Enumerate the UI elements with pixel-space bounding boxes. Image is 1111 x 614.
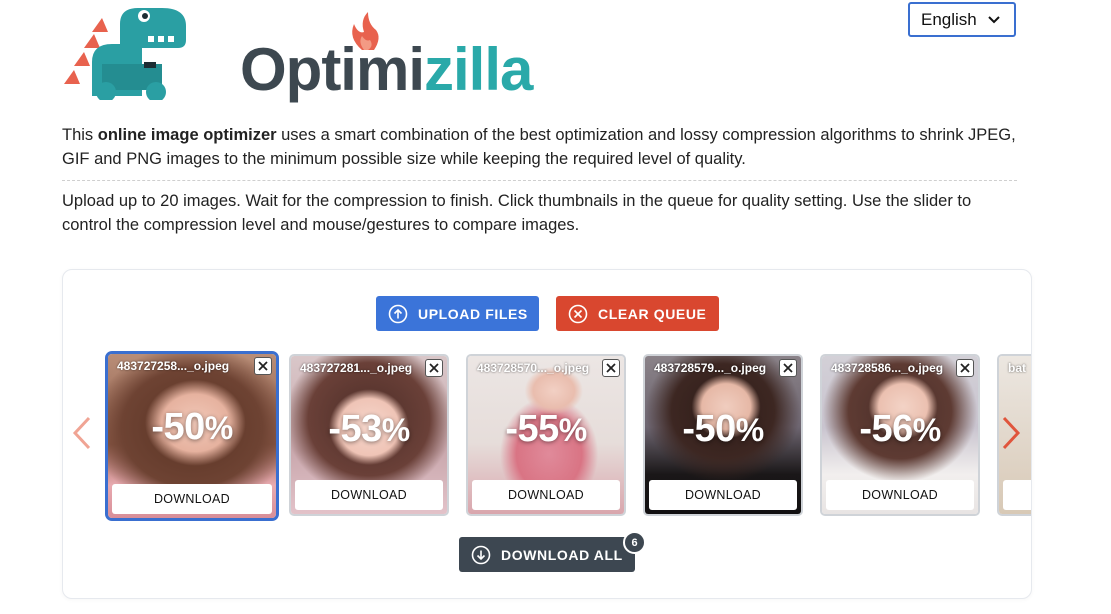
close-icon[interactable] [602,359,620,377]
upload-arrow-icon [388,304,408,323]
clear-queue-label: CLEAR QUEUE [598,305,707,322]
percent-sign: % [381,412,410,448]
file-count-badge: 6 [623,531,646,554]
instructions-paragraph: Upload up to 20 images. Wait for the com… [62,192,972,234]
language-select-value: English [921,9,977,29]
thumbnail-filename: 483728570..._o.jpeg [477,361,590,375]
chevron-down-icon [988,16,1000,24]
compression-value: -50 [151,406,205,448]
download-button[interactable]: DOWNLOAD [295,480,443,510]
chevron-right-icon[interactable] [998,415,1024,451]
compression-percentage: -50% [645,408,801,451]
thumbnail-filename: 483727281..._o.jpeg [300,361,413,375]
thumbnail-filename: bat [1008,361,1026,375]
clear-queue-button[interactable]: CLEAR QUEUE [556,296,719,331]
download-all-label: DOWNLOAD ALL [501,546,623,563]
compression-value: -53 [328,408,382,450]
queue-thumbnail[interactable]: 483728579..._o.jpeg -50% DOWNLOAD [643,354,803,516]
compression-percentage: -56% [822,408,978,451]
download-button[interactable]: DOWNLOAD [472,480,620,510]
percent-sign: % [204,410,233,446]
language-select[interactable]: English [908,2,1016,37]
download-button[interactable] [1003,480,1031,510]
queue-thumbnail[interactable]: 483727281..._o.jpeg -53% DOWNLOAD [289,354,449,516]
compression-percentage: -55% [468,408,624,451]
image-queue-carousel: 483727258..._o.jpeg -50% DOWNLOAD 483727… [105,349,1031,525]
chevron-left-icon[interactable] [69,415,95,451]
intro-paragraph: This online image optimizer uses a smart… [62,123,1022,171]
queue-thumbnail[interactable]: 483727258..._o.jpeg -50% DOWNLOAD [105,351,279,521]
thumbnail-filename: 483728579..._o.jpeg [654,361,767,375]
download-button[interactable]: DOWNLOAD [826,480,974,510]
percent-sign: % [912,412,941,448]
compression-value: -55 [505,408,559,450]
compression-percentage: -53% [291,408,447,451]
intro-text-bold: online image optimizer [97,126,277,144]
compression-percentage: -50% [108,406,276,449]
percent-sign: % [735,412,764,448]
thumbnail-filename: 483727258..._o.jpeg [117,359,230,373]
upload-files-label: UPLOAD FILES [418,305,528,322]
upload-files-button[interactable]: UPLOAD FILES [376,296,539,331]
queue-thumbnail[interactable]: 483728586..._o.jpeg -56% DOWNLOAD [820,354,980,516]
optimizilla-logo[interactable]: Optimizilla [62,4,533,102]
queue-thumbnail[interactable]: 483728570..._o.jpeg -55% DOWNLOAD [466,354,626,516]
download-all-button[interactable]: DOWNLOAD ALL [459,537,635,572]
close-icon[interactable] [425,359,443,377]
intro-text-start: This [62,126,98,144]
thumbnail-filename: 483728586..._o.jpeg [831,361,944,375]
compression-value: -50 [682,408,736,450]
close-icon[interactable] [254,357,272,375]
close-icon[interactable] [779,359,797,377]
percent-sign: % [558,412,587,448]
logo-text-teal: zilla [424,36,533,103]
close-circle-icon [568,304,588,323]
compression-value: -56 [859,408,913,450]
download-button[interactable]: DOWNLOAD [112,484,272,514]
dashed-divider [62,180,1017,181]
close-icon[interactable] [956,359,974,377]
logo-wordmark: Optimizilla [240,40,533,100]
download-arrow-icon [471,545,491,564]
upload-panel: UPLOAD FILES CLEAR QUEUE 483727258..._o.… [62,269,1032,599]
download-button[interactable]: DOWNLOAD [649,480,797,510]
logo-text-dark: Optimi [240,36,425,103]
